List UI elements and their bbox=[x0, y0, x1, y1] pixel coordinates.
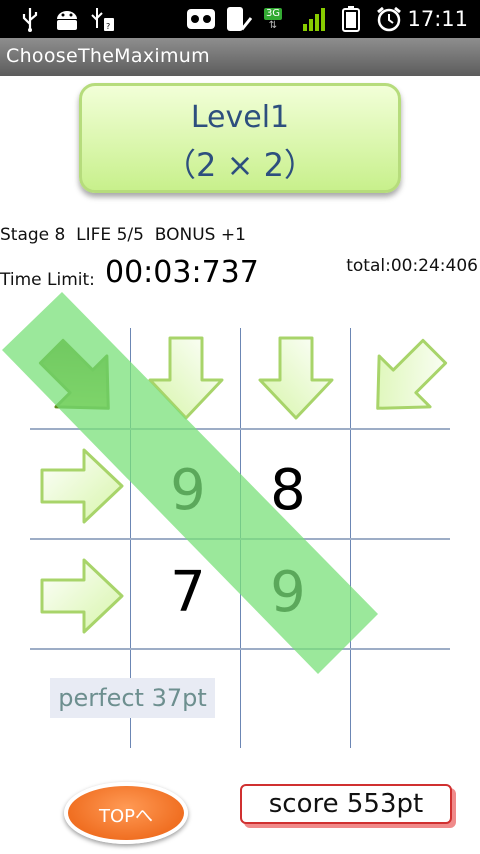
grid-line bbox=[30, 428, 450, 430]
battery-icon bbox=[340, 6, 362, 32]
grid-cell-r1c1[interactable]: 9 bbox=[133, 436, 243, 546]
top-button-label: TOPへ bbox=[98, 806, 154, 827]
diagonal-down-right-arrow-icon[interactable] bbox=[34, 334, 126, 426]
status-bar: ? 3G ⇅ 17:11 bbox=[0, 0, 480, 38]
grid-cell-r2c2[interactable]: 9 bbox=[233, 538, 343, 648]
perfect-result: perfect 37pt bbox=[50, 678, 215, 718]
bonus-label: BONUS +1 bbox=[154, 225, 246, 245]
network-type-label: 3G bbox=[263, 7, 283, 20]
network-3g-icon: 3G ⇅ bbox=[263, 7, 283, 31]
diagonal-down-left-arrow-icon[interactable] bbox=[360, 334, 452, 426]
time-limit-label: Time Limit: bbox=[0, 270, 95, 290]
screen: ? 3G ⇅ 17:11 ChooseTheMaximum Level1 （2 … bbox=[0, 0, 480, 854]
life-label: LIFE 5/5 bbox=[76, 225, 144, 245]
level-size-label: （2 × 2） bbox=[164, 146, 316, 184]
grid-cell-r1c2[interactable]: 8 bbox=[233, 436, 343, 546]
clock: 17:11 bbox=[407, 7, 468, 31]
stage-info: Stage 8 LIFE 5/5 BONUS +1 bbox=[0, 225, 246, 245]
alarm-icon bbox=[374, 6, 404, 32]
android-debug-icon bbox=[52, 6, 82, 32]
right-arrow-row-2-icon[interactable] bbox=[36, 550, 128, 642]
score-display: score 553pt bbox=[240, 784, 452, 824]
right-arrow-row-1-icon[interactable] bbox=[36, 440, 128, 532]
voicemail-icon bbox=[186, 6, 216, 32]
app-title-bar: ChooseTheMaximum bbox=[0, 38, 480, 76]
usb-icon bbox=[18, 6, 42, 32]
svg-text:?: ? bbox=[106, 22, 110, 31]
usb-storage-icon: ? bbox=[88, 6, 118, 32]
grid-cell-r2c1[interactable]: 7 bbox=[133, 538, 243, 648]
time-limit-value: 00:03:737 bbox=[105, 255, 259, 290]
down-arrow-col-2-icon[interactable] bbox=[250, 332, 342, 424]
app-title: ChooseTheMaximum bbox=[6, 45, 210, 67]
down-arrow-col-1-icon[interactable] bbox=[140, 332, 232, 424]
phone-check-icon bbox=[223, 6, 253, 32]
level-label: Level1 bbox=[190, 100, 290, 135]
grid-line bbox=[30, 648, 450, 650]
total-time: total:00:24:406 bbox=[346, 256, 478, 276]
top-button[interactable]: TOPへ bbox=[64, 782, 188, 844]
level-button[interactable]: Level1 （2 × 2） bbox=[79, 83, 401, 193]
signal-icon bbox=[300, 6, 330, 32]
stage-label: Stage 8 bbox=[0, 225, 66, 245]
